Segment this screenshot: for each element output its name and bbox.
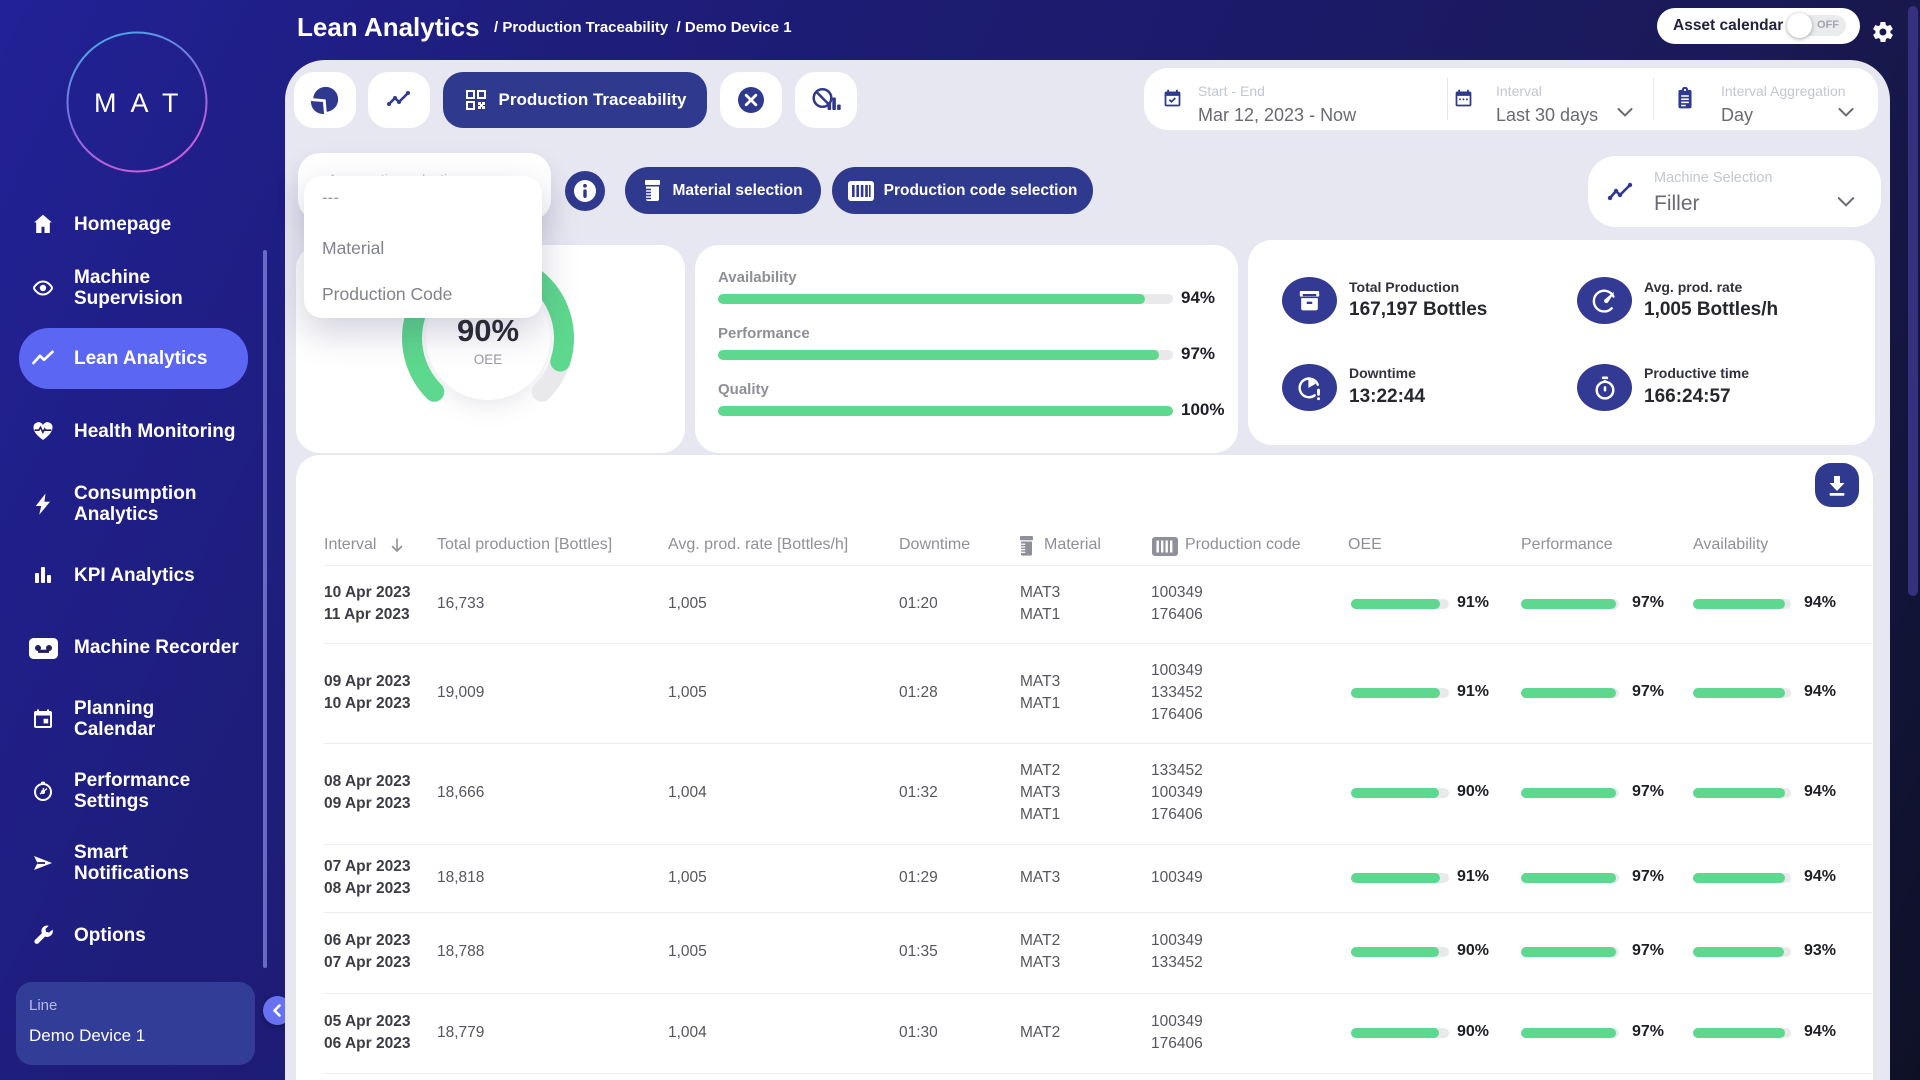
svg-text:M A T: M A T bbox=[94, 88, 183, 118]
